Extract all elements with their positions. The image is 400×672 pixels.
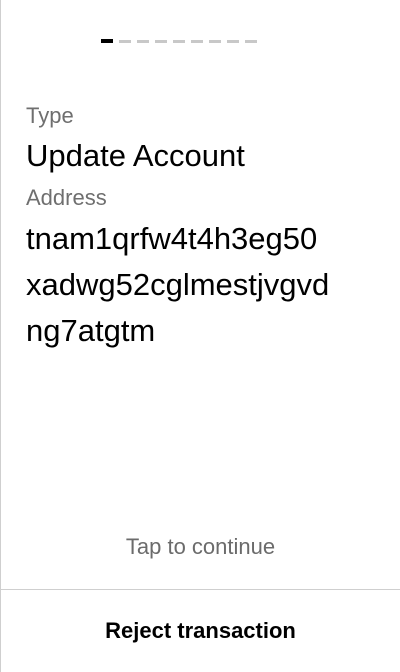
type-value: Update Account	[26, 138, 245, 173]
page-dot	[137, 39, 149, 43]
address-value: tnam1qrfw4t4h3eg50 xadwg52cglmestjvgvd n…	[26, 216, 376, 354]
transaction-review-screen[interactable]: Type Update Account Address tnam1qrfw4t4…	[0, 0, 400, 672]
transaction-details: Type Update Account Address tnam1qrfw4t4…	[26, 102, 380, 354]
page-dot	[227, 39, 239, 43]
page-indicator	[101, 38, 301, 44]
page-dot	[191, 39, 203, 43]
address-line-1: tnam1qrfw4t4h3eg50	[26, 221, 318, 256]
reject-transaction-button[interactable]: Reject transaction	[1, 590, 400, 672]
page-dot-active	[101, 39, 113, 43]
page-dot	[245, 39, 257, 43]
page-dot	[155, 39, 167, 43]
page-dot	[119, 39, 131, 43]
page-dot	[209, 39, 221, 43]
address-line-2: xadwg52cglmestjvgvd	[26, 267, 330, 302]
page-dot	[173, 39, 185, 43]
tap-to-continue-hint: Tap to continue	[125, 534, 276, 559]
type-label: Type	[26, 103, 74, 128]
address-label: Address	[26, 185, 107, 210]
address-line-3: ng7atgtm	[26, 313, 156, 348]
